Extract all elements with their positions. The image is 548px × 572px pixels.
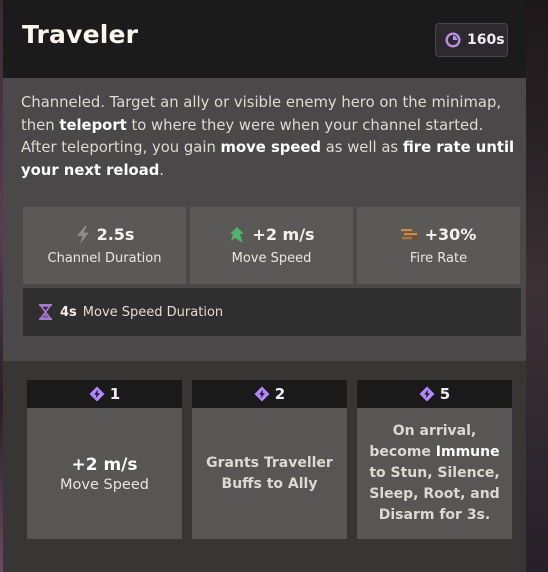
upgrade-header: 5: [357, 380, 512, 408]
sub-stat-label: Move Speed Duration: [82, 304, 224, 320]
stat-value: +30%: [424, 225, 477, 244]
ability-description: Channeled. Target an ally or visible ene…: [21, 94, 515, 179]
lightning-icon: [76, 225, 89, 244]
ability-point-icon: [89, 386, 105, 402]
stat-value: +2 m/s: [252, 225, 315, 244]
upgrade-text: Grants Traveller Buffs to Ally: [206, 454, 333, 492]
tooltip-header: Traveler 160s: [3, 0, 526, 78]
stat-move-speed: +2 m/s Move Speed: [190, 207, 353, 284]
stat-fire-rate: +30% Fire Rate: [357, 207, 520, 284]
stats-row: 2.5s Channel Duration +2 m/s Move Speed: [23, 207, 521, 284]
upgrade-label: Move Speed: [60, 476, 149, 493]
stats-panel: 2.5s Channel Duration +2 m/s Move Speed: [23, 207, 521, 336]
upgrade-body: On arrival, become Immune to Stun, Silen…: [357, 408, 512, 539]
background-edge-right: [526, 0, 548, 572]
sub-stat-value: 4s: [60, 304, 77, 320]
upgrade-body: +2 m/s Move Speed: [27, 408, 182, 539]
fire-rate-icon: [400, 228, 418, 240]
upgrade-text: On arrival, become Immune to Stun, Silen…: [369, 423, 500, 523]
stat-label: Move Speed: [231, 251, 312, 266]
ability-title: Traveler: [22, 20, 139, 49]
upgrade-cost: 5: [439, 385, 451, 403]
stat-label: Fire Rate: [409, 251, 468, 266]
stat-label: Channel Duration: [47, 251, 162, 266]
ability-point-icon: [419, 386, 435, 402]
upgrade-header: 2: [192, 380, 347, 408]
stat-channel-duration: 2.5s Channel Duration: [23, 207, 186, 284]
hourglass-icon: [39, 304, 52, 320]
upgrade-body: Grants Traveller Buffs to Ally: [192, 408, 347, 539]
upgrade-value: +2 m/s: [71, 454, 138, 475]
upgrade-cost: 2: [274, 385, 286, 403]
ability-tooltip: Traveler 160s Channeled. Target an ally …: [3, 0, 526, 572]
cooldown-clock-icon: [445, 32, 461, 48]
upgrade-cost: 1: [109, 385, 121, 403]
stat-move-speed-duration: 4s Move Speed Duration: [23, 288, 521, 336]
ability-point-icon: [254, 386, 270, 402]
cooldown-badge: 160s: [435, 23, 508, 57]
upgrade-tiers: 1 +2 m/s Move Speed 2 Grants Traveller B…: [27, 380, 512, 539]
upgrade-tier-1[interactable]: 1 +2 m/s Move Speed: [27, 380, 182, 539]
ability-body: Channeled. Target an ally or visible ene…: [3, 78, 526, 361]
upgrade-tier-2[interactable]: 2 Grants Traveller Buffs to Ally: [192, 380, 347, 539]
upgrade-tier-3[interactable]: 5 On arrival, become Immune to Stun, Sil…: [357, 380, 512, 539]
move-speed-icon: [230, 226, 245, 243]
upgrade-header: 1: [27, 380, 182, 408]
cooldown-value: 160s: [467, 32, 505, 48]
stat-value: 2.5s: [96, 225, 135, 244]
